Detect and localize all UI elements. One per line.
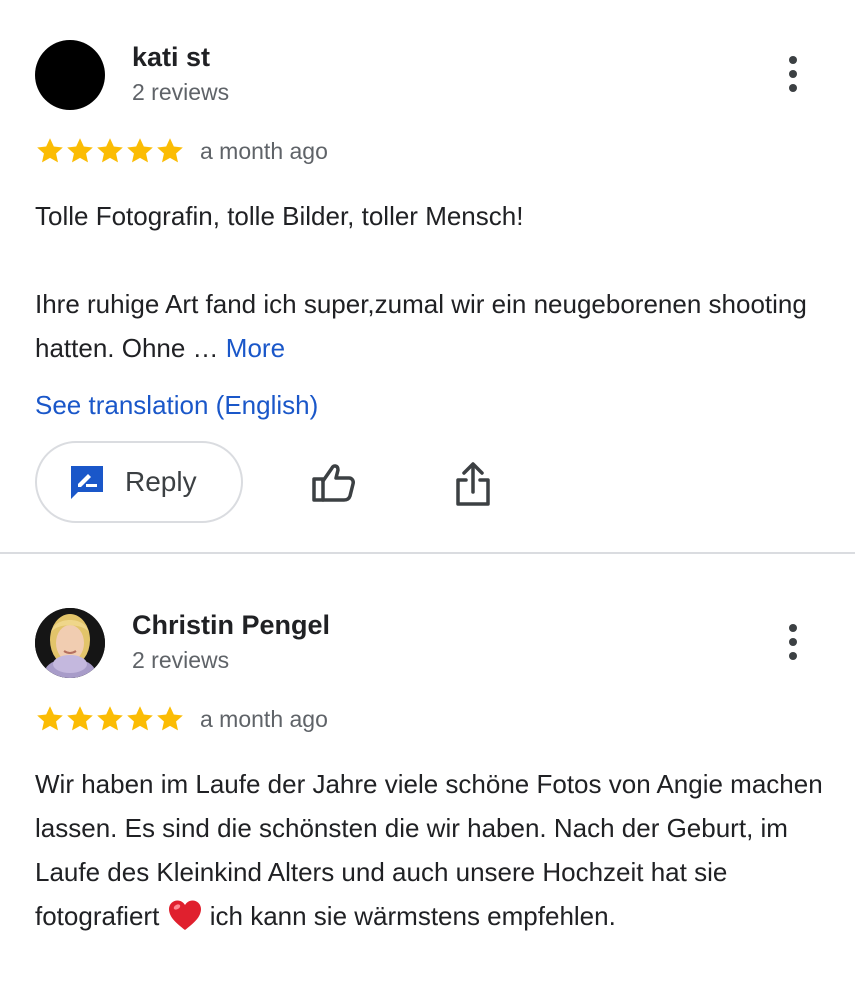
rating-row: a month ago [35,135,328,167]
review-card: kati st 2 reviews a month ago Tolle Foto… [0,0,855,554]
author-review-count: 2 reviews [132,79,230,105]
star-icon [127,138,153,163]
avatar[interactable] [35,40,105,110]
star-icon [37,138,63,163]
review-paragraph: Tolle Fotografin, tolle Bilder, toller M… [35,201,524,231]
star-icon [127,706,153,731]
review-date: a month ago [200,705,328,732]
reply-icon [71,466,103,499]
avatar-photo [35,608,105,678]
author-name[interactable]: Christin Pengel [132,610,330,641]
review-paragraph-text: Ihre ruhige Art fand ich super,zumal wir… [35,289,807,363]
review-text: Wir haben im Laufe der Jahre viele schön… [35,762,825,938]
reply-label: Reply [125,466,197,497]
more-vert-icon[interactable] [778,622,808,662]
star-icon [37,706,63,731]
see-translation-link[interactable]: See translation (English) [35,390,318,421]
author-name[interactable]: kati st [132,42,210,73]
star-icon [67,138,93,163]
share-icon[interactable] [452,460,494,508]
star-icon [157,138,183,163]
star-icon [97,706,123,731]
rating-row: a month ago [35,703,328,735]
star-icon [67,706,93,731]
heart-icon [168,900,201,930]
more-vert-icon[interactable] [778,54,808,94]
star-icon [97,138,123,163]
author-review-count: 2 reviews [132,647,230,673]
review-paragraph: Ihre ruhige Art fand ich super,zumal wir… [35,282,825,370]
more-link[interactable]: More [226,333,285,363]
review-paragraph: Wir haben im Laufe der Jahre viele schön… [35,762,825,938]
reply-button[interactable]: Reply [35,441,243,523]
review-paragraph-text: ich kann sie wärmstens empfehlen. [202,901,616,931]
review-card: Christin Pengel 2 reviews a month ago Wi… [0,552,855,998]
star-icon [157,706,183,731]
review-date: a month ago [200,137,328,164]
review-text: Tolle Fotografin, tolle Bilder, toller M… [35,194,825,370]
star-rating [35,136,185,166]
thumb-up-icon[interactable] [310,460,358,504]
star-rating [35,704,185,734]
avatar[interactable] [35,608,105,678]
